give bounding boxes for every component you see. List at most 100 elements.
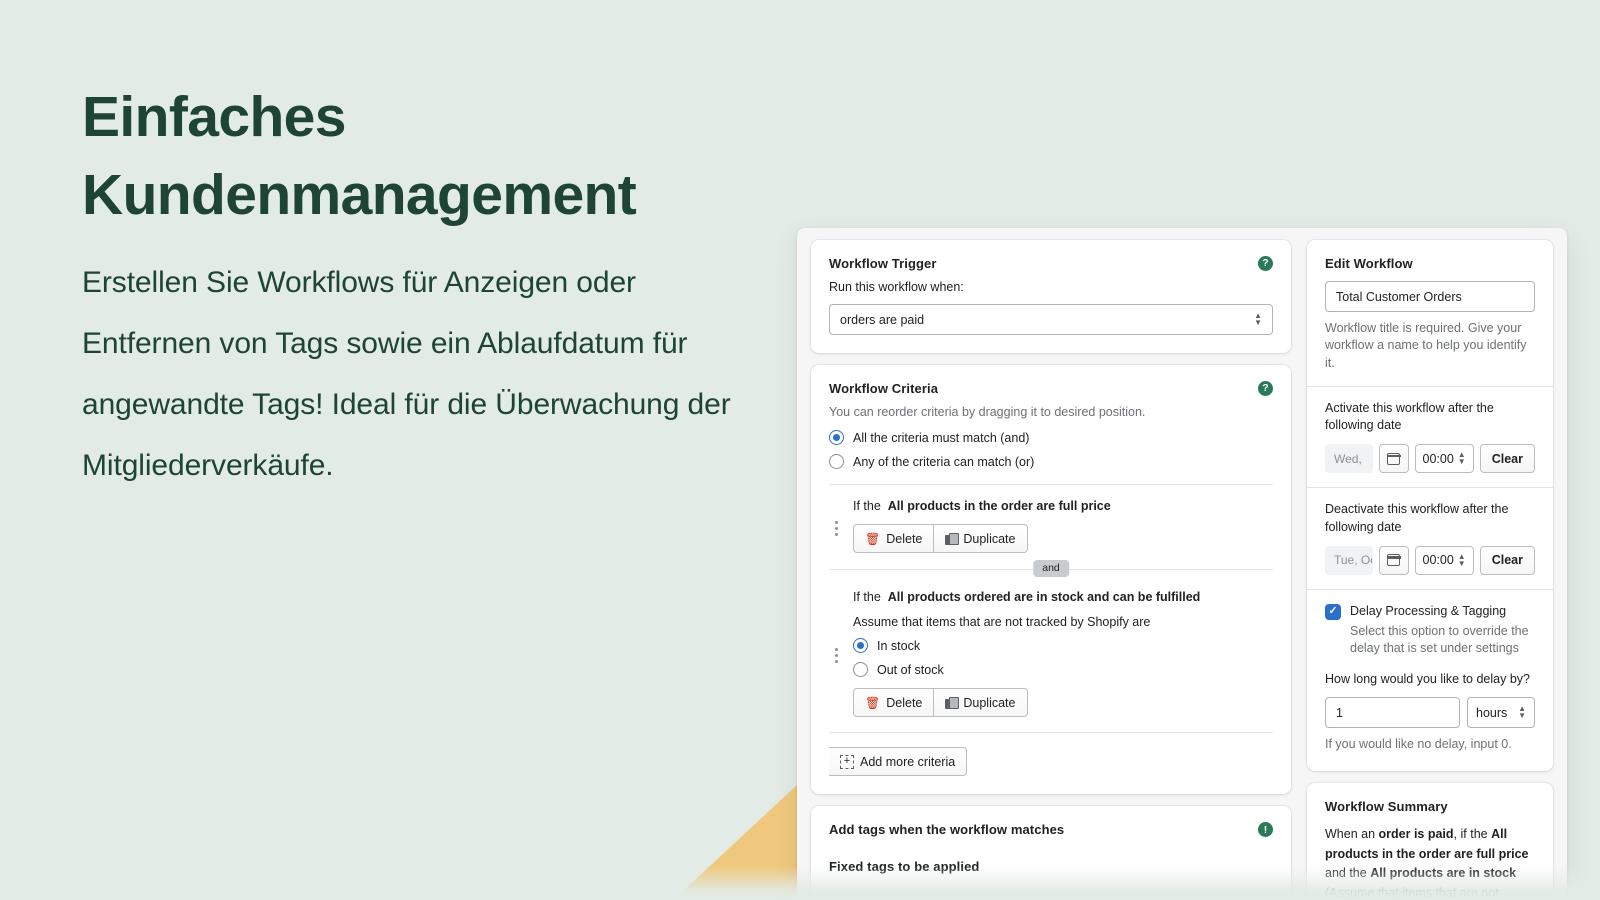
criteria-joiner-divider: and — [829, 560, 1273, 578]
delay-processing-checkbox-row[interactable]: ✓ Delay Processing & Tagging — [1325, 603, 1535, 620]
trigger-select[interactable]: orders are paid ▲ ▼ — [829, 304, 1273, 335]
radio-icon-unselected — [829, 454, 844, 470]
duplicate-button-label: Duplicate — [963, 531, 1016, 546]
activate-calendar-button[interactable] — [1379, 444, 1409, 474]
page-root: Einfaches Kundenmanagement Erstellen Sie… — [0, 0, 1600, 900]
delete-button[interactable]: 🗑 Delete — [853, 524, 935, 554]
side-column: Edit Workflow Total Customer Orders Work… — [1307, 240, 1553, 900]
activate-clear-button[interactable]: Clear — [1479, 444, 1535, 474]
delay-note: If you would like no delay, input 0. — [1325, 737, 1512, 751]
deactivate-time-value: 00:00 — [1422, 553, 1454, 568]
radio-icon-selected — [853, 638, 868, 654]
criterion-2-assume-label: Assume that items that are not tracked b… — [853, 615, 1151, 630]
duplicate-button[interactable]: Duplicate — [934, 524, 1028, 554]
delay-processing-help: Select this option to override the delay… — [1350, 623, 1529, 656]
summary-part-0: When an — [1325, 827, 1379, 842]
match-option-any[interactable]: Any of the criteria can match (or) — [829, 454, 1273, 470]
criteria-divider-bottom — [829, 732, 1273, 734]
criterion-2-body: If the All products ordered are in stock… — [853, 590, 1273, 718]
deactivate-calendar-button[interactable] — [1379, 545, 1409, 575]
checkbox-checked-icon: ✓ — [1325, 603, 1341, 620]
hero-heading-line-2: Kundenmanagement — [82, 163, 637, 227]
duplicate-button[interactable]: Duplicate — [934, 688, 1028, 718]
hero-section: Einfaches Kundenmanagement Erstellen Sie… — [82, 78, 752, 496]
criterion-1-prefix: If the — [853, 499, 881, 514]
workflow-name-input[interactable]: Total Customer Orders — [1325, 281, 1535, 312]
chevron-updown-icon: ▲ ▼ — [1254, 311, 1262, 327]
workflow-name-value: Total Customer Orders — [1336, 289, 1462, 304]
workflow-trigger-card: Workflow Trigger ? Run this workflow whe… — [811, 240, 1291, 353]
edit-divider-2 — [1307, 487, 1553, 489]
chevron-updown-icon: ▲ ▼ — [1518, 704, 1526, 720]
criteria-hint: You can reorder criteria by dragging it … — [829, 405, 1146, 419]
criterion-row-2: If the All products ordered are in stock… — [829, 576, 1273, 718]
chevron-updown-icon: ▲ ▼ — [1457, 450, 1466, 467]
question-mark-icon[interactable]: ? — [1258, 381, 1273, 396]
match-option-any-label: Any of the criteria can match (or) — [853, 454, 1035, 469]
add-more-criteria-label: Add more criteria — [860, 754, 956, 769]
duplicate-button-label: Duplicate — [963, 695, 1016, 710]
delete-button-label: Delete — [886, 695, 923, 710]
delay-input-row: 1 hours ▲ ▼ — [1325, 697, 1535, 728]
criterion-2-prefix: If the — [853, 590, 881, 605]
activate-date-input[interactable]: Wed, — [1325, 444, 1374, 474]
summary-part-6: (Assume that items that are not tracked … — [1325, 885, 1499, 900]
delay-unit-select[interactable]: hours ▲ ▼ — [1467, 697, 1535, 728]
criteria-card-title: Workflow Criteria — [829, 381, 939, 396]
add-tags-card: Add tags when the workflow matches ! Fix… — [811, 806, 1291, 900]
match-option-all-label: All the criteria must match (and) — [853, 430, 1030, 445]
delay-amount-input[interactable]: 1 — [1325, 697, 1460, 728]
edit-workflow-title: Edit Workflow — [1325, 256, 1413, 271]
deactivate-time-input[interactable]: 00:00 ▲ ▼ — [1414, 545, 1474, 575]
criterion-2-name: All products ordered are in stock and ca… — [887, 590, 1201, 605]
workflow-name-help: Workflow title is required. Give your wo… — [1325, 321, 1527, 370]
main-column: Workflow Trigger ? Run this workflow whe… — [811, 240, 1291, 900]
match-option-all[interactable]: All the criteria must match (and) — [829, 430, 1273, 446]
delay-unit-value: hours — [1476, 705, 1508, 720]
activate-time-input[interactable]: 00:00 ▲ ▼ — [1414, 444, 1474, 474]
delete-button-label: Delete — [886, 531, 923, 546]
trigger-select-value: orders are paid — [840, 312, 925, 327]
radio-icon-unselected — [853, 662, 868, 678]
chevron-updown-icon: ▲ ▼ — [1457, 551, 1466, 568]
duplicate-icon — [945, 696, 960, 709]
drag-handle-icon[interactable] — [829, 590, 843, 717]
trigger-card-header: Workflow Trigger ? — [829, 256, 1273, 271]
workflow-summary-title: Workflow Summary — [1325, 799, 1448, 815]
activate-date-label: Activate this workflow after the followi… — [1325, 400, 1494, 432]
criterion-1-name: All products in the order are full price — [887, 499, 1111, 514]
plus-icon: + — [840, 754, 854, 769]
deactivate-date-label: Deactivate this workflow after the follo… — [1325, 502, 1509, 534]
stock-option-in-stock[interactable]: In stock — [853, 638, 1273, 654]
add-more-criteria-button[interactable]: + Add more criteria — [829, 747, 968, 777]
app-screenshot-panel: Workflow Trigger ? Run this workflow whe… — [797, 228, 1567, 900]
question-mark-icon[interactable]: ? — [1258, 256, 1273, 271]
deactivate-date-input[interactable]: Tue, Oc — [1325, 545, 1374, 575]
exclamation-mark-icon[interactable]: ! — [1258, 822, 1273, 838]
criterion-2-title: If the All products ordered are in stock… — [853, 590, 1273, 604]
calendar-icon — [1386, 554, 1401, 567]
edit-divider-3 — [1307, 588, 1553, 590]
criteria-joiner-pill: and — [1033, 560, 1069, 578]
criterion-2-actions: 🗑 Delete Duplicate — [853, 688, 1028, 718]
workflow-criteria-card: Workflow Criteria ? You can reorder crit… — [811, 365, 1291, 795]
criterion-row-1: If the All products in the order are ful… — [829, 485, 1273, 554]
workflow-summary-body: When an order is paid, if the All produc… — [1325, 825, 1535, 900]
delay-processing-label: Delay Processing & Tagging — [1350, 603, 1507, 618]
stock-option-in-stock-label: In stock — [877, 638, 921, 653]
fixed-tags-section-label: Fixed tags to be applied — [829, 859, 980, 875]
summary-part-4: and the — [1325, 866, 1371, 881]
stock-option-out-of-stock[interactable]: Out of stock — [853, 662, 1273, 678]
add-tags-card-title: Add tags when the workflow matches — [829, 822, 1065, 838]
edit-divider-1 — [1307, 385, 1553, 387]
activate-date-row: Wed, 00:00 ▲ ▼ Clear — [1325, 444, 1535, 474]
edit-workflow-card: Edit Workflow Total Customer Orders Work… — [1307, 240, 1553, 772]
page-title: Einfaches Kundenmanagement — [82, 78, 752, 234]
hero-body-text: Erstellen Sie Workflows für Anzeigen ode… — [82, 266, 731, 482]
drag-handle-icon[interactable] — [829, 499, 843, 553]
calendar-icon — [1386, 452, 1401, 465]
criterion-1-actions: 🗑 Delete Duplicate — [853, 524, 1028, 554]
trash-icon: 🗑 — [865, 531, 881, 546]
deactivate-clear-button[interactable]: Clear — [1479, 545, 1535, 575]
delete-button[interactable]: 🗑 Delete — [853, 688, 935, 718]
